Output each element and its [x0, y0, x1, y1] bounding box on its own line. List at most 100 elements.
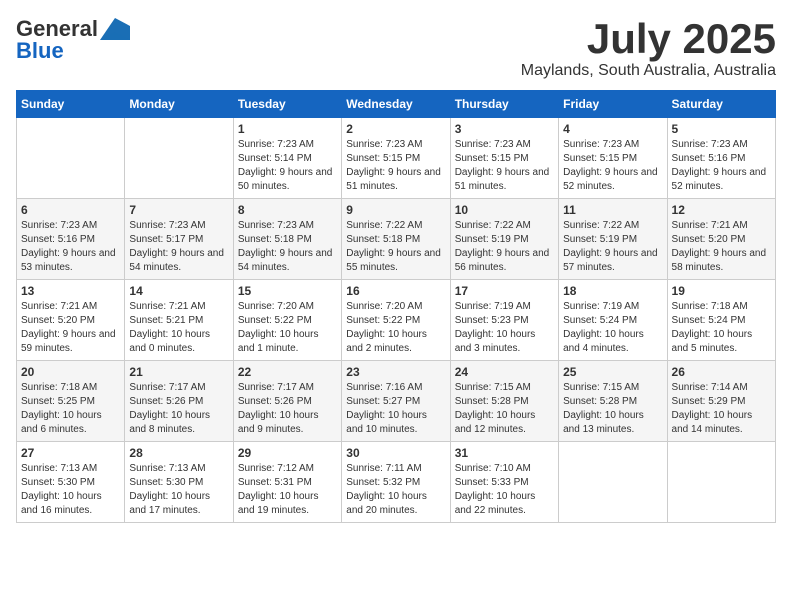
calendar-week-5: 27 Sunrise: 7:13 AMSunset: 5:30 PMDayligh… [17, 442, 776, 523]
day-info: Sunrise: 7:21 AMSunset: 5:20 PMDaylight:… [672, 219, 771, 275]
calendar-cell: 15 Sunrise: 7:20 AMSunset: 5:22 PMDayligh… [233, 280, 341, 361]
day-number: 2 [346, 122, 445, 136]
day-info: Sunrise: 7:11 AMSunset: 5:32 PMDaylight:… [346, 462, 445, 518]
calendar-title: July 2025 [521, 16, 776, 62]
calendar-cell: 12 Sunrise: 7:21 AMSunset: 5:20 PMDayligh… [667, 199, 775, 280]
day-info: Sunrise: 7:21 AMSunset: 5:20 PMDaylight:… [21, 300, 120, 356]
day-info: Sunrise: 7:22 AMSunset: 5:19 PMDaylight:… [455, 219, 554, 275]
day-number: 18 [563, 284, 662, 298]
calendar-table: SundayMondayTuesdayWednesdayThursdayFrid… [16, 90, 776, 523]
calendar-cell [559, 442, 667, 523]
day-info: Sunrise: 7:19 AMSunset: 5:23 PMDaylight:… [455, 300, 554, 356]
day-info: Sunrise: 7:23 AMSunset: 5:14 PMDaylight:… [238, 138, 337, 194]
day-info: Sunrise: 7:19 AMSunset: 5:24 PMDaylight:… [563, 300, 662, 356]
day-number: 13 [21, 284, 120, 298]
day-number: 23 [346, 365, 445, 379]
day-info: Sunrise: 7:21 AMSunset: 5:21 PMDaylight:… [129, 300, 228, 356]
calendar-week-2: 6 Sunrise: 7:23 AMSunset: 5:16 PMDaylight… [17, 199, 776, 280]
day-info: Sunrise: 7:23 AMSunset: 5:15 PMDaylight:… [563, 138, 662, 194]
day-number: 15 [238, 284, 337, 298]
day-info: Sunrise: 7:20 AMSunset: 5:22 PMDaylight:… [346, 300, 445, 356]
calendar-cell [667, 442, 775, 523]
calendar-cell: 4 Sunrise: 7:23 AMSunset: 5:15 PMDaylight… [559, 118, 667, 199]
day-number: 24 [455, 365, 554, 379]
day-number: 25 [563, 365, 662, 379]
day-info: Sunrise: 7:23 AMSunset: 5:16 PMDaylight:… [21, 219, 120, 275]
day-info: Sunrise: 7:14 AMSunset: 5:29 PMDaylight:… [672, 381, 771, 437]
calendar-cell [125, 118, 233, 199]
calendar-cell: 6 Sunrise: 7:23 AMSunset: 5:16 PMDaylight… [17, 199, 125, 280]
title-block: July 2025 Maylands, South Australia, Aus… [521, 16, 776, 80]
calendar-cell: 2 Sunrise: 7:23 AMSunset: 5:15 PMDaylight… [342, 118, 450, 199]
day-number: 31 [455, 446, 554, 460]
day-number: 14 [129, 284, 228, 298]
calendar-cell: 27 Sunrise: 7:13 AMSunset: 5:30 PMDayligh… [17, 442, 125, 523]
calendar-cell: 28Sunrise: 7:13 AMSunset: 5:30 PMDayligh… [125, 442, 233, 523]
day-header-thursday: Thursday [450, 91, 558, 118]
day-number: 1 [238, 122, 337, 136]
calendar-cell: 30 Sunrise: 7:11 AMSunset: 5:32 PMDayligh… [342, 442, 450, 523]
calendar-cell: 11Sunrise: 7:22 AMSunset: 5:19 PMDayligh… [559, 199, 667, 280]
calendar-cell: 17 Sunrise: 7:19 AMSunset: 5:23 PMDayligh… [450, 280, 558, 361]
calendar-cell: 25Sunrise: 7:15 AMSunset: 5:28 PMDayligh… [559, 361, 667, 442]
day-number: 17 [455, 284, 554, 298]
day-number: 10 [455, 203, 554, 217]
calendar-week-3: 13 Sunrise: 7:21 AMSunset: 5:20 PMDayligh… [17, 280, 776, 361]
day-number: 21 [129, 365, 228, 379]
day-number: 27 [21, 446, 120, 460]
calendar-cell: 31 Sunrise: 7:10 AMSunset: 5:33 PMDayligh… [450, 442, 558, 523]
calendar-cell: 13 Sunrise: 7:21 AMSunset: 5:20 PMDayligh… [17, 280, 125, 361]
day-info: Sunrise: 7:20 AMSunset: 5:22 PMDaylight:… [238, 300, 337, 356]
day-number: 9 [346, 203, 445, 217]
day-info: Sunrise: 7:23 AMSunset: 5:17 PMDaylight:… [129, 219, 228, 275]
day-number: 5 [672, 122, 771, 136]
day-header-friday: Friday [559, 91, 667, 118]
page-header: General Blue July 2025 Maylands, South A… [16, 16, 776, 80]
calendar-cell [17, 118, 125, 199]
day-number: 29 [238, 446, 337, 460]
day-number: 3 [455, 122, 554, 136]
day-info: Sunrise: 7:23 AMSunset: 5:16 PMDaylight:… [672, 138, 771, 194]
day-header-tuesday: Tuesday [233, 91, 341, 118]
calendar-cell: 7 Sunrise: 7:23 AMSunset: 5:17 PMDaylight… [125, 199, 233, 280]
day-number: 16 [346, 284, 445, 298]
calendar-header-row: SundayMondayTuesdayWednesdayThursdayFrid… [17, 91, 776, 118]
day-info: Sunrise: 7:17 AMSunset: 5:26 PMDaylight:… [238, 381, 337, 437]
day-header-wednesday: Wednesday [342, 91, 450, 118]
calendar-cell: 20Sunrise: 7:18 AMSunset: 5:25 PMDayligh… [17, 361, 125, 442]
day-info: Sunrise: 7:10 AMSunset: 5:33 PMDaylight:… [455, 462, 554, 518]
logo: General Blue [16, 16, 130, 64]
day-number: 22 [238, 365, 337, 379]
calendar-cell: 22 Sunrise: 7:17 AMSunset: 5:26 PMDayligh… [233, 361, 341, 442]
calendar-cell: 26 Sunrise: 7:14 AMSunset: 5:29 PMDayligh… [667, 361, 775, 442]
day-header-saturday: Saturday [667, 91, 775, 118]
day-info: Sunrise: 7:18 AMSunset: 5:25 PMDaylight:… [21, 381, 120, 437]
day-info: Sunrise: 7:13 AMSunset: 5:30 PMDaylight:… [21, 462, 120, 518]
day-header-monday: Monday [125, 91, 233, 118]
calendar-cell: 8Sunrise: 7:23 AMSunset: 5:18 PMDaylight… [233, 199, 341, 280]
day-number: 12 [672, 203, 771, 217]
calendar-cell: 16 Sunrise: 7:20 AMSunset: 5:22 PMDayligh… [342, 280, 450, 361]
day-number: 7 [129, 203, 228, 217]
day-number: 4 [563, 122, 662, 136]
logo-blue: Blue [16, 38, 64, 64]
day-number: 6 [21, 203, 120, 217]
day-number: 28 [129, 446, 228, 460]
calendar-cell: 24Sunrise: 7:15 AMSunset: 5:28 PMDayligh… [450, 361, 558, 442]
calendar-cell: 18 Sunrise: 7:19 AMSunset: 5:24 PMDayligh… [559, 280, 667, 361]
calendar-cell: 23Sunrise: 7:16 AMSunset: 5:27 PMDayligh… [342, 361, 450, 442]
day-number: 26 [672, 365, 771, 379]
day-number: 19 [672, 284, 771, 298]
day-info: Sunrise: 7:22 AMSunset: 5:19 PMDaylight:… [563, 219, 662, 275]
day-number: 30 [346, 446, 445, 460]
day-info: Sunrise: 7:23 AMSunset: 5:15 PMDaylight:… [455, 138, 554, 194]
calendar-cell: 3 Sunrise: 7:23 AMSunset: 5:15 PMDaylight… [450, 118, 558, 199]
calendar-cell: 5 Sunrise: 7:23 AMSunset: 5:16 PMDaylight… [667, 118, 775, 199]
day-info: Sunrise: 7:12 AMSunset: 5:31 PMDaylight:… [238, 462, 337, 518]
calendar-cell: 1 Sunrise: 7:23 AMSunset: 5:14 PMDaylight… [233, 118, 341, 199]
day-info: Sunrise: 7:23 AMSunset: 5:15 PMDaylight:… [346, 138, 445, 194]
day-header-sunday: Sunday [17, 91, 125, 118]
calendar-cell: 19Sunrise: 7:18 AMSunset: 5:24 PMDayligh… [667, 280, 775, 361]
calendar-cell: 9Sunrise: 7:22 AMSunset: 5:18 PMDaylight… [342, 199, 450, 280]
calendar-week-1: 1 Sunrise: 7:23 AMSunset: 5:14 PMDaylight… [17, 118, 776, 199]
